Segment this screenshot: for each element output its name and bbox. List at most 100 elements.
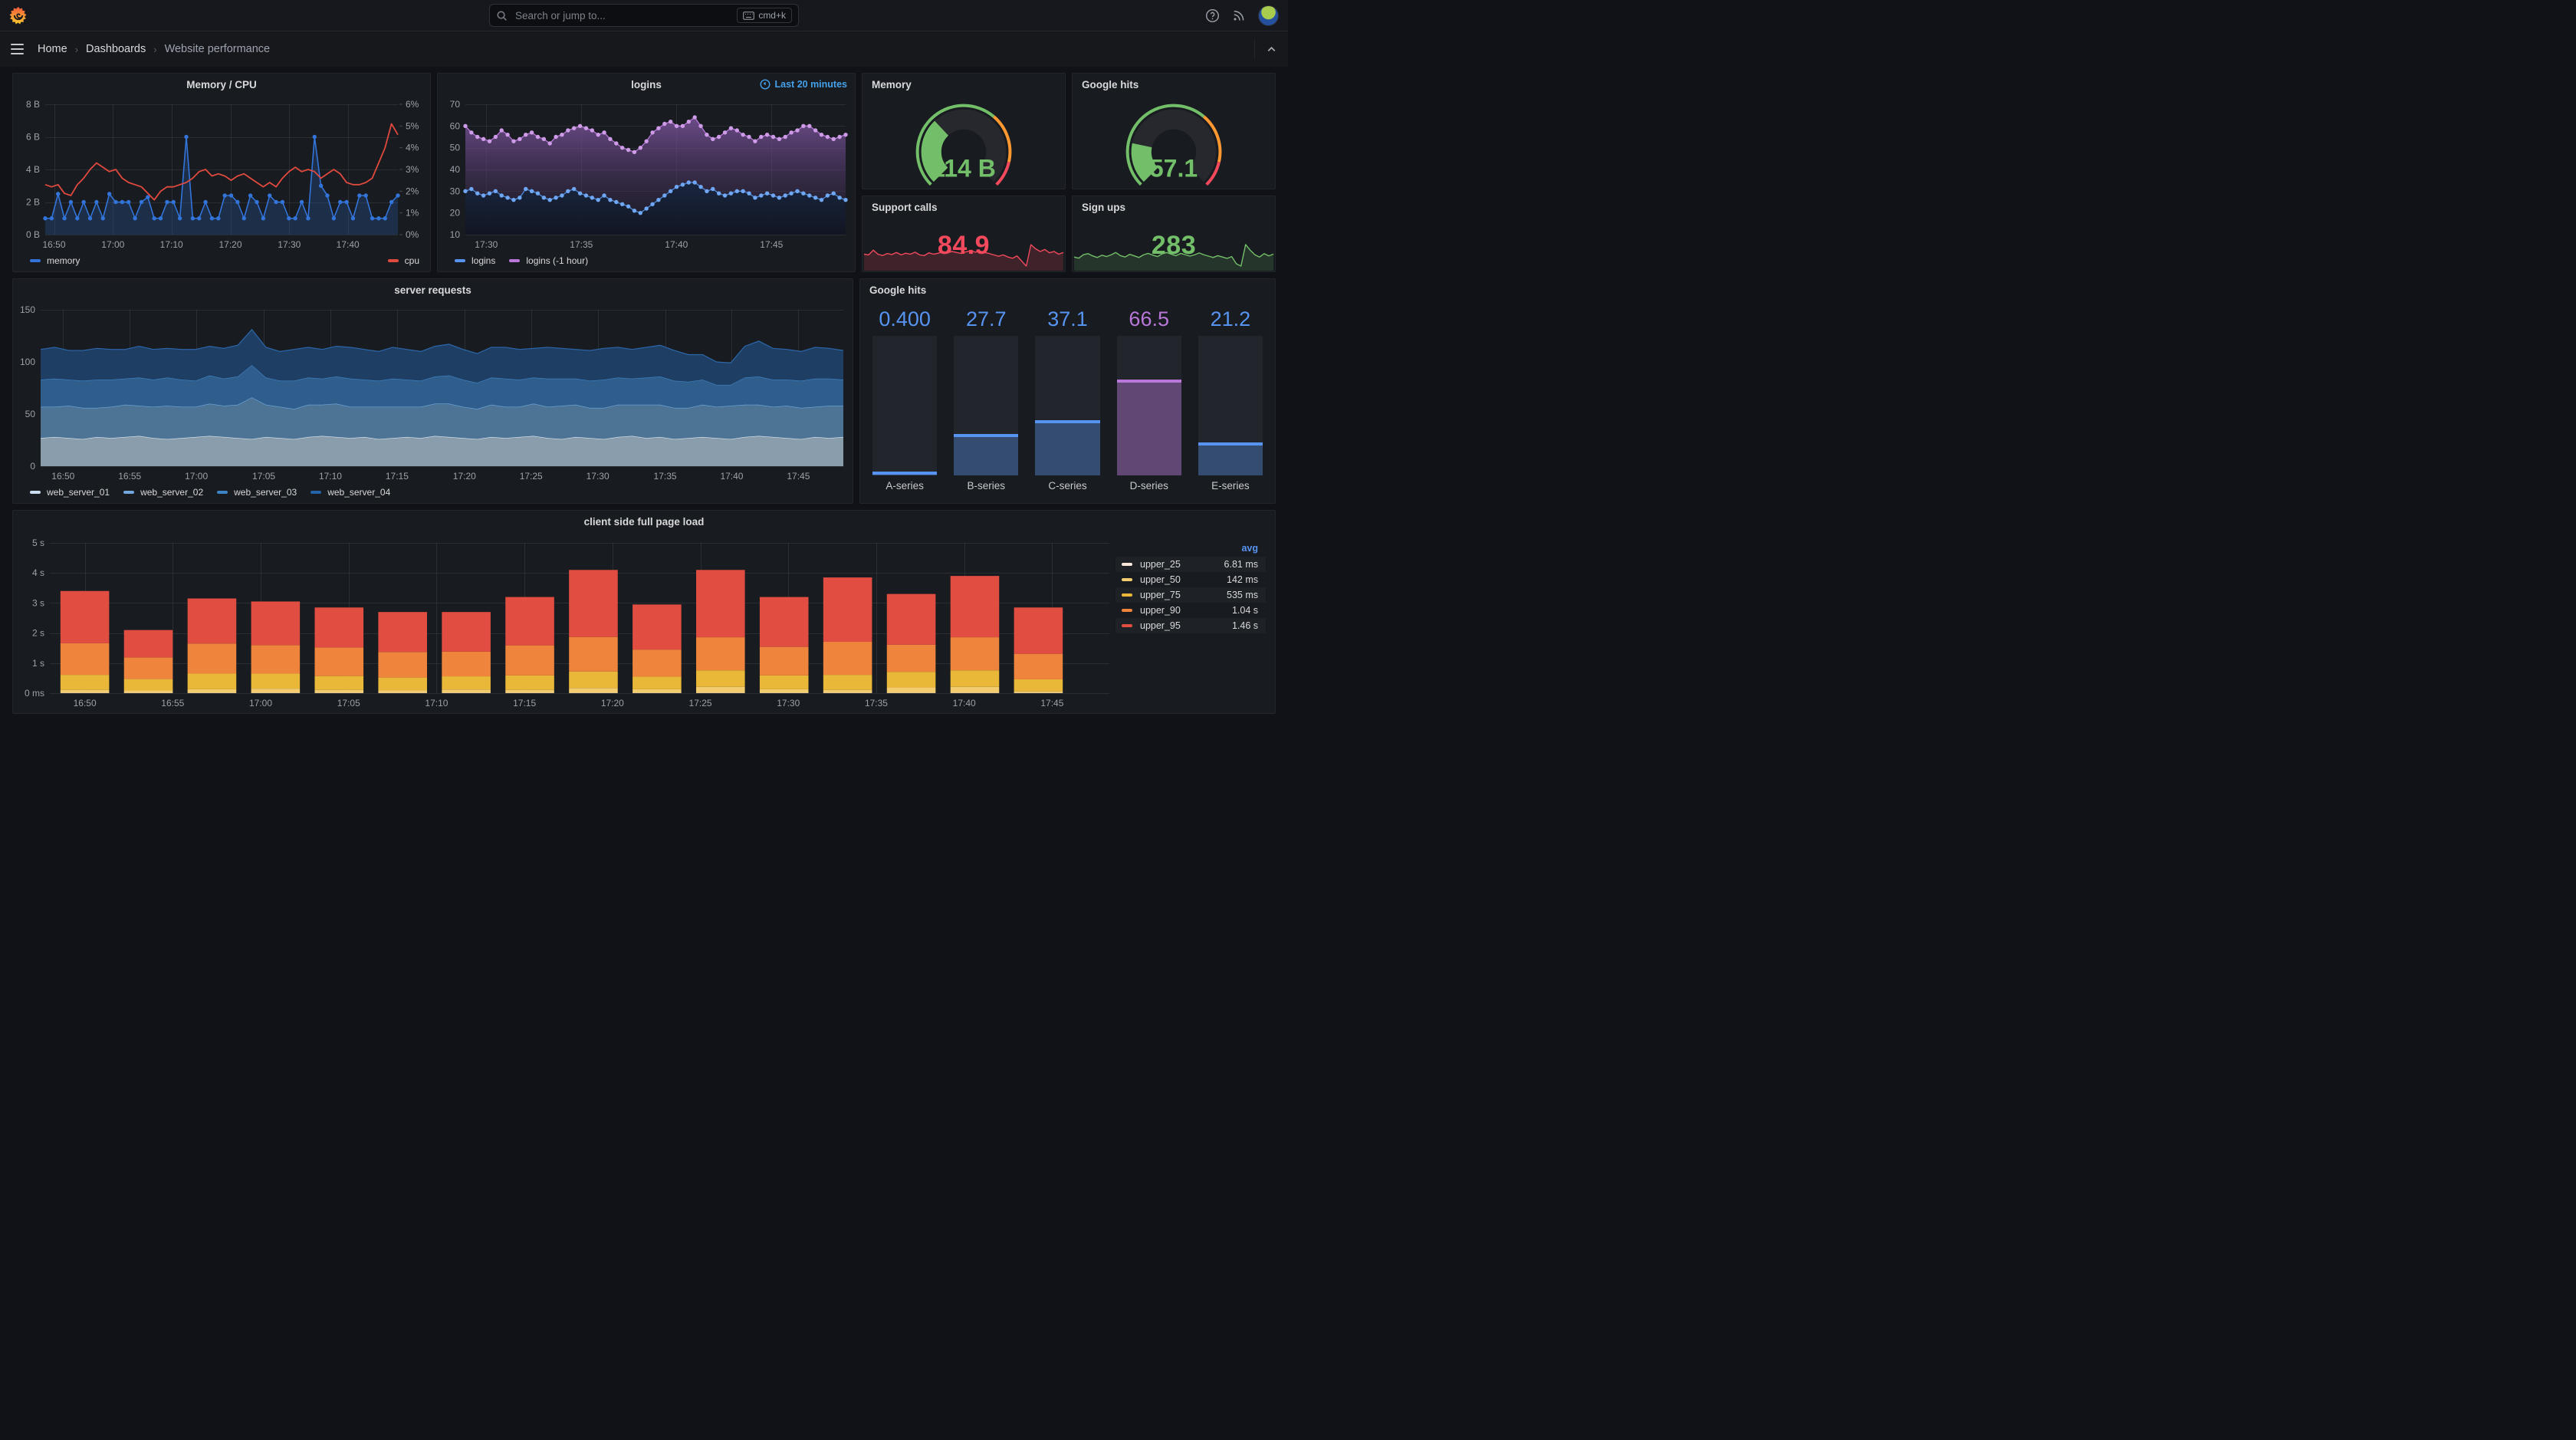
panel-title[interactable]: client side full page load bbox=[13, 511, 1275, 534]
bar-gauge-column[interactable]: 21.2 E-series bbox=[1198, 305, 1263, 495]
logins-chart[interactable] bbox=[438, 97, 855, 255]
breadcrumb-separator: › bbox=[74, 43, 79, 55]
memory-cpu-chart[interactable] bbox=[13, 97, 430, 255]
bar-track bbox=[1035, 336, 1100, 475]
legend-swatch bbox=[509, 259, 521, 262]
legend-item[interactable]: logins (-1 hour) bbox=[509, 255, 588, 266]
legend-row[interactable]: upper_75 535 ms bbox=[1116, 587, 1266, 603]
bar-value: 0.400 bbox=[879, 307, 931, 330]
legend-item[interactable]: web_server_01 bbox=[30, 487, 110, 498]
chevron-up-icon[interactable] bbox=[1266, 44, 1277, 55]
nav-actions bbox=[1205, 5, 1279, 26]
legend-swatch bbox=[1122, 593, 1132, 597]
legend-swatch bbox=[310, 491, 322, 494]
breadcrumb-current: Website performance bbox=[164, 43, 271, 55]
clock-icon bbox=[760, 79, 770, 90]
legend-swatch bbox=[455, 259, 465, 262]
panel-title[interactable]: Google hits bbox=[1073, 74, 1275, 97]
legend-item[interactable]: memory bbox=[30, 255, 80, 266]
sign-ups-value: 283 bbox=[1151, 230, 1197, 260]
legend-swatch bbox=[1122, 624, 1132, 627]
legend-item[interactable]: logins bbox=[455, 255, 495, 266]
user-avatar[interactable] bbox=[1258, 5, 1279, 26]
legend-swatch bbox=[1122, 563, 1132, 566]
legend-row[interactable]: upper_90 1.04 s bbox=[1116, 603, 1266, 618]
keyboard-icon bbox=[743, 11, 755, 20]
shortcut-badge: cmd+k bbox=[737, 8, 792, 23]
legend-swatch bbox=[30, 491, 41, 494]
bar-fill bbox=[1198, 442, 1263, 475]
bar-gauge-column[interactable]: 0.400 A-series bbox=[872, 305, 938, 495]
bar-value: 21.2 bbox=[1210, 307, 1251, 330]
panel-title[interactable]: Support calls bbox=[863, 196, 1065, 219]
menu-toggle-icon[interactable] bbox=[11, 43, 24, 55]
panel-title[interactable]: server requests bbox=[13, 279, 853, 302]
bar-gauge-column[interactable]: 66.5 D-series bbox=[1116, 305, 1181, 495]
search-box[interactable]: cmd+k bbox=[489, 4, 799, 27]
support-calls-value: 84.9 bbox=[937, 230, 991, 260]
breadcrumb: Home › Dashboards › Website performance bbox=[38, 43, 270, 55]
panel-title[interactable]: Memory bbox=[863, 74, 1065, 97]
bar-fill bbox=[872, 471, 938, 475]
legend-label: web_server_04 bbox=[327, 487, 391, 498]
search-icon bbox=[497, 11, 507, 21]
google-hits-gauge[interactable] bbox=[1073, 97, 1275, 189]
page-load-legend-table: avg upper_25 6.81 ms upper_50 142 ms upper_7… bbox=[1116, 541, 1266, 633]
legend-swatch bbox=[1122, 578, 1132, 581]
page-load-chart[interactable] bbox=[13, 534, 1275, 713]
legend-label: upper_50 bbox=[1140, 574, 1181, 585]
legend-swatch bbox=[1122, 609, 1132, 612]
bar-label: A-series bbox=[886, 480, 924, 492]
legend-row[interactable]: upper_25 6.81 ms bbox=[1116, 557, 1266, 572]
memory-cpu-legend: memory cpu bbox=[13, 255, 430, 271]
legend-item[interactable]: web_server_04 bbox=[310, 487, 390, 498]
google-hits-bar-gauge[interactable]: 0.400 A-series 27.7 B-series 37.1 C-series… bbox=[860, 302, 1275, 503]
grafana-logo-icon[interactable] bbox=[8, 5, 29, 26]
legend-label: memory bbox=[47, 255, 80, 266]
panel-memory-cpu: Memory / CPU memory cpu bbox=[12, 73, 431, 272]
panel-page-load: client side full page load avg upper_25 6… bbox=[12, 510, 1276, 714]
panel-title[interactable]: Memory / CPU bbox=[13, 74, 430, 97]
dashboard-grid: Memory / CPU memory cpu logins Last 20 mi… bbox=[0, 67, 1288, 720]
legend-label: cpu bbox=[404, 255, 419, 266]
bar-value: 37.1 bbox=[1047, 307, 1088, 330]
legend-swatch bbox=[387, 259, 399, 262]
legend-label: upper_75 bbox=[1140, 590, 1181, 600]
legend-row[interactable]: upper_95 1.46 s bbox=[1116, 618, 1266, 633]
panel-time-range[interactable]: Last 20 minutes bbox=[760, 79, 847, 90]
search-input[interactable] bbox=[514, 8, 731, 22]
legend-item[interactable]: cpu bbox=[387, 255, 419, 266]
legend-label: upper_25 bbox=[1140, 559, 1181, 570]
legend-avg-value: 535 ms bbox=[1227, 590, 1258, 600]
help-icon[interactable] bbox=[1205, 8, 1220, 23]
bar-value: 66.5 bbox=[1129, 307, 1169, 330]
bar-label: E-series bbox=[1211, 480, 1250, 492]
bar-value: 27.7 bbox=[966, 307, 1007, 330]
bar-label: B-series bbox=[967, 480, 1006, 492]
toolbar-right bbox=[1254, 39, 1277, 59]
server-requests-chart[interactable] bbox=[13, 302, 853, 486]
legend-item[interactable]: web_server_02 bbox=[123, 487, 203, 498]
breadcrumb-dashboards[interactable]: Dashboards bbox=[86, 43, 146, 55]
news-rss-icon[interactable] bbox=[1232, 8, 1246, 22]
bar-track bbox=[1116, 336, 1181, 475]
legend-item[interactable]: web_server_03 bbox=[217, 487, 297, 498]
panel-sign-ups: Sign ups 283 bbox=[1072, 196, 1276, 272]
server-requests-legend: web_server_01 web_server_02 web_server_03 w… bbox=[13, 486, 853, 503]
bar-track bbox=[954, 336, 1019, 475]
bar-gauge-column[interactable]: 37.1 C-series bbox=[1035, 305, 1100, 495]
breadcrumb-home[interactable]: Home bbox=[38, 43, 67, 55]
legend-label: upper_95 bbox=[1140, 620, 1181, 631]
shortcut-label: cmd+k bbox=[758, 10, 786, 21]
legend-header-avg[interactable]: avg bbox=[1116, 541, 1266, 557]
panel-title[interactable]: Google hits bbox=[860, 279, 1275, 302]
bar-fill bbox=[954, 433, 1019, 475]
memory-gauge[interactable] bbox=[863, 97, 1065, 189]
grafana-app: cmd+k Home › Dashboards › Website perfor… bbox=[0, 0, 1288, 720]
legend-row[interactable]: upper_50 142 ms bbox=[1116, 572, 1266, 587]
bar-gauge-column[interactable]: 27.7 B-series bbox=[954, 305, 1019, 495]
legend-label: logins (-1 hour) bbox=[526, 255, 589, 266]
panel-title[interactable]: Sign ups bbox=[1073, 196, 1275, 219]
legend-label: web_server_01 bbox=[47, 487, 110, 498]
bar-fill bbox=[1116, 379, 1181, 475]
